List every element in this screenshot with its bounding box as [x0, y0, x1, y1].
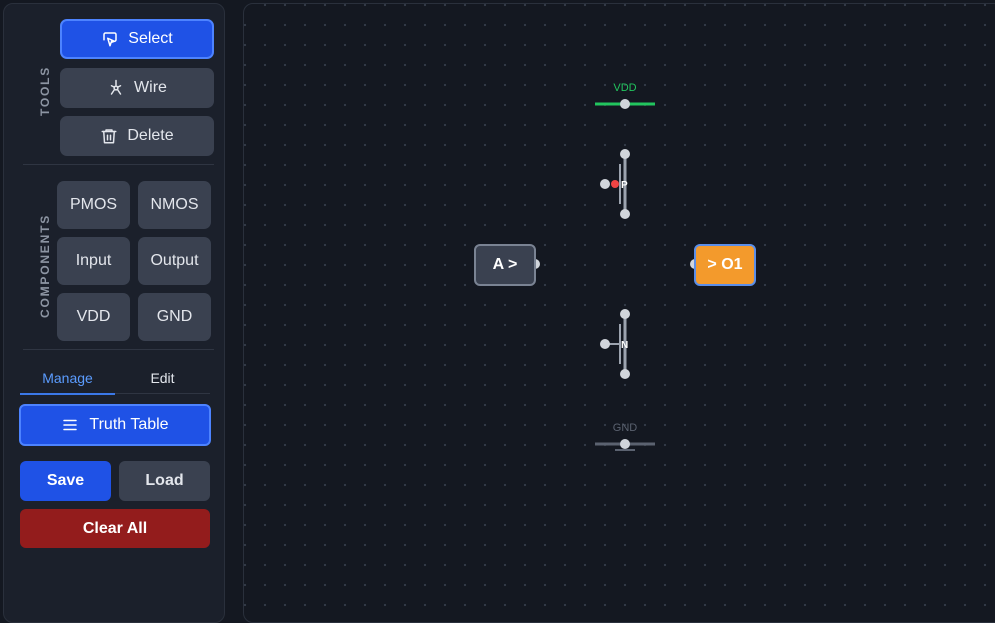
clear-all-button[interactable]: Clear All	[20, 509, 210, 548]
select-tool-button[interactable]: Select	[60, 19, 214, 59]
trash-icon	[101, 129, 117, 144]
wire-icon	[110, 79, 122, 95]
tools-section-label: TOOLS	[38, 65, 52, 116]
gnd-component-button[interactable]: GND	[138, 293, 211, 341]
components-section-label: COMPONENTS	[38, 213, 52, 318]
nmos-label: N	[621, 340, 628, 351]
input-node-a[interactable]: A >	[474, 244, 536, 286]
pmos-component-button[interactable]: PMOS	[57, 181, 130, 229]
nmos-component-button[interactable]: NMOS	[138, 181, 211, 229]
output-component-button[interactable]: Output	[138, 237, 211, 285]
vdd-pin[interactable]	[620, 99, 630, 109]
load-button[interactable]: Load	[119, 461, 210, 501]
sidebar-divider	[23, 349, 214, 350]
vdd-label: VDD	[613, 82, 637, 94]
vdd-component-button[interactable]: VDD	[57, 293, 130, 341]
truth-table-button[interactable]: Truth Table	[19, 404, 211, 446]
nmos-source-pin[interactable]	[620, 369, 630, 379]
gnd-pin[interactable]	[620, 439, 630, 449]
input-component-button[interactable]: Input	[57, 237, 130, 285]
select-icon	[103, 32, 118, 47]
pmos-gate-pin[interactable]	[600, 179, 610, 189]
sidebar-divider	[23, 164, 214, 165]
pmos-drain-pin[interactable]	[620, 209, 630, 219]
tab-manage[interactable]: Manage	[20, 370, 115, 395]
save-button[interactable]: Save	[20, 461, 111, 501]
truth-table-label: Truth Table	[89, 416, 169, 433]
select-tool-label: Select	[128, 30, 173, 47]
menu-icon	[63, 419, 78, 431]
wire-tool-label: Wire	[134, 79, 167, 96]
pmos-label: P	[621, 180, 628, 191]
circuit-drawing: P N	[530, 99, 700, 451]
nmos-gate-pin[interactable]	[600, 339, 610, 349]
pmos-source-pin[interactable]	[620, 149, 630, 159]
output-node-o1[interactable]: > O1	[694, 244, 756, 286]
nmos-drain-pin[interactable]	[620, 309, 630, 319]
wire-tool-button[interactable]: Wire	[60, 68, 214, 108]
delete-tool-label: Delete	[127, 127, 174, 144]
tab-edit[interactable]: Edit	[115, 370, 210, 394]
gnd-label: GND	[612, 422, 638, 434]
delete-tool-button[interactable]: Delete	[60, 116, 214, 156]
pmos-bubble	[611, 180, 619, 188]
circuit-canvas[interactable]: P N VDD GND A > > O1	[243, 3, 995, 623]
